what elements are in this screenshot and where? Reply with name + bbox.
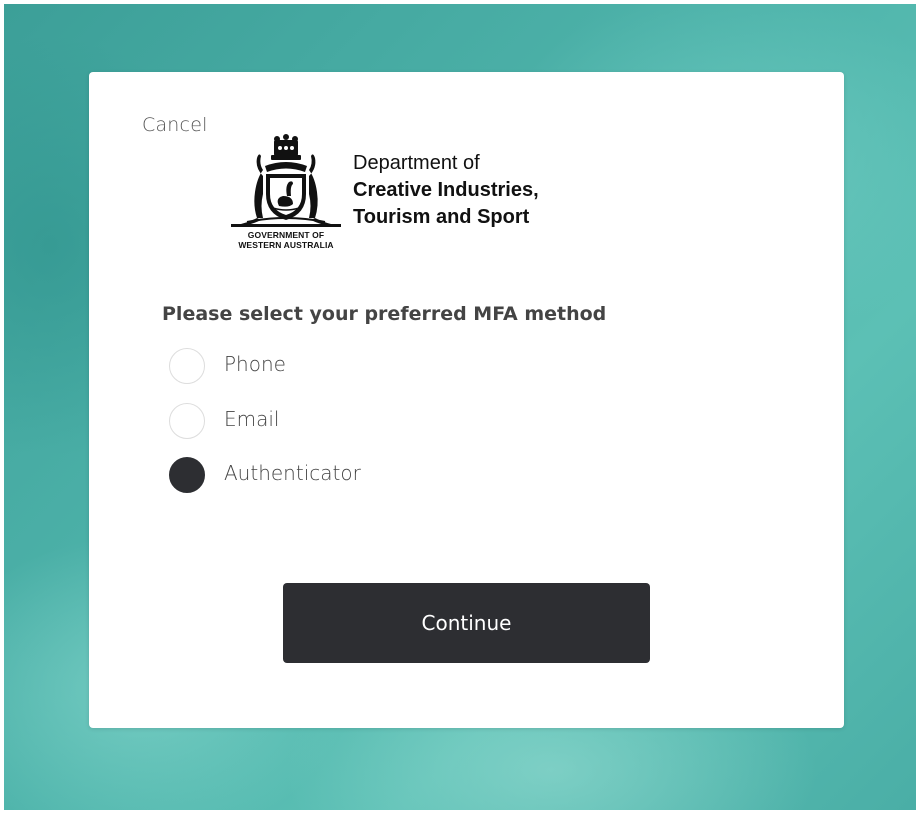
authenticator-label: Authenticator: [224, 461, 361, 485]
continue-button[interactable]: Continue: [283, 583, 650, 663]
authenticator-radio[interactable]: [169, 457, 205, 493]
gov-line-2: WESTERN AUSTRALIA: [238, 240, 334, 250]
department-name: Department of Creative Industries, Touri…: [353, 150, 539, 231]
mfa-prompt: Please select your preferred MFA method: [162, 303, 607, 325]
dept-line-1: Department of: [353, 152, 480, 174]
phone-radio[interactable]: [169, 348, 205, 384]
gov-line-1: GOVERNMENT OF: [247, 230, 325, 240]
wa-coat-of-arms-icon: [231, 134, 341, 227]
mfa-option-email[interactable]: Email: [169, 403, 429, 443]
mfa-dialog: Cancel GOVERNMENT OF WESTERN AUSTRALIA D…: [89, 72, 844, 728]
email-radio[interactable]: [169, 403, 205, 439]
mfa-option-phone[interactable]: Phone: [169, 348, 429, 388]
cancel-link[interactable]: Cancel: [142, 114, 208, 136]
phone-label: Phone: [224, 352, 286, 376]
mfa-option-authenticator[interactable]: Authenticator: [169, 457, 429, 497]
email-label: Email: [224, 407, 280, 431]
dept-line-2: Creative Industries,: [353, 179, 539, 201]
dept-line-3: Tourism and Sport: [353, 206, 530, 228]
department-logo: GOVERNMENT OF WESTERN AUSTRALIA Departme…: [227, 134, 567, 254]
